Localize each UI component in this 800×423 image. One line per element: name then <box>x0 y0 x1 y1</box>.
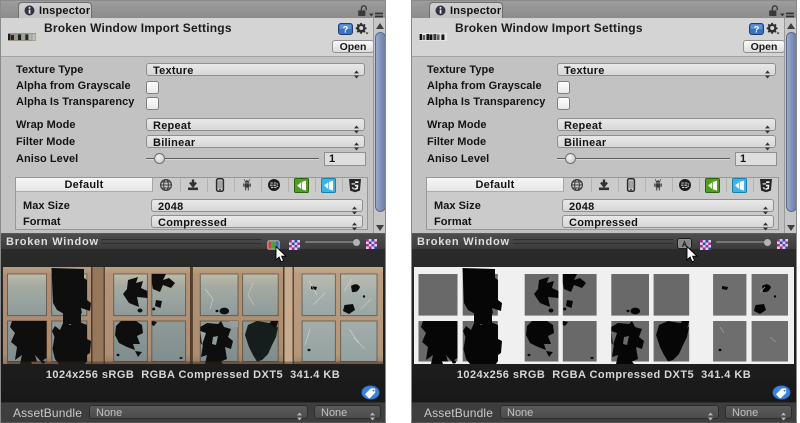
svg-text:?: ? <box>343 24 349 34</box>
svg-text:?: ? <box>754 24 760 34</box>
